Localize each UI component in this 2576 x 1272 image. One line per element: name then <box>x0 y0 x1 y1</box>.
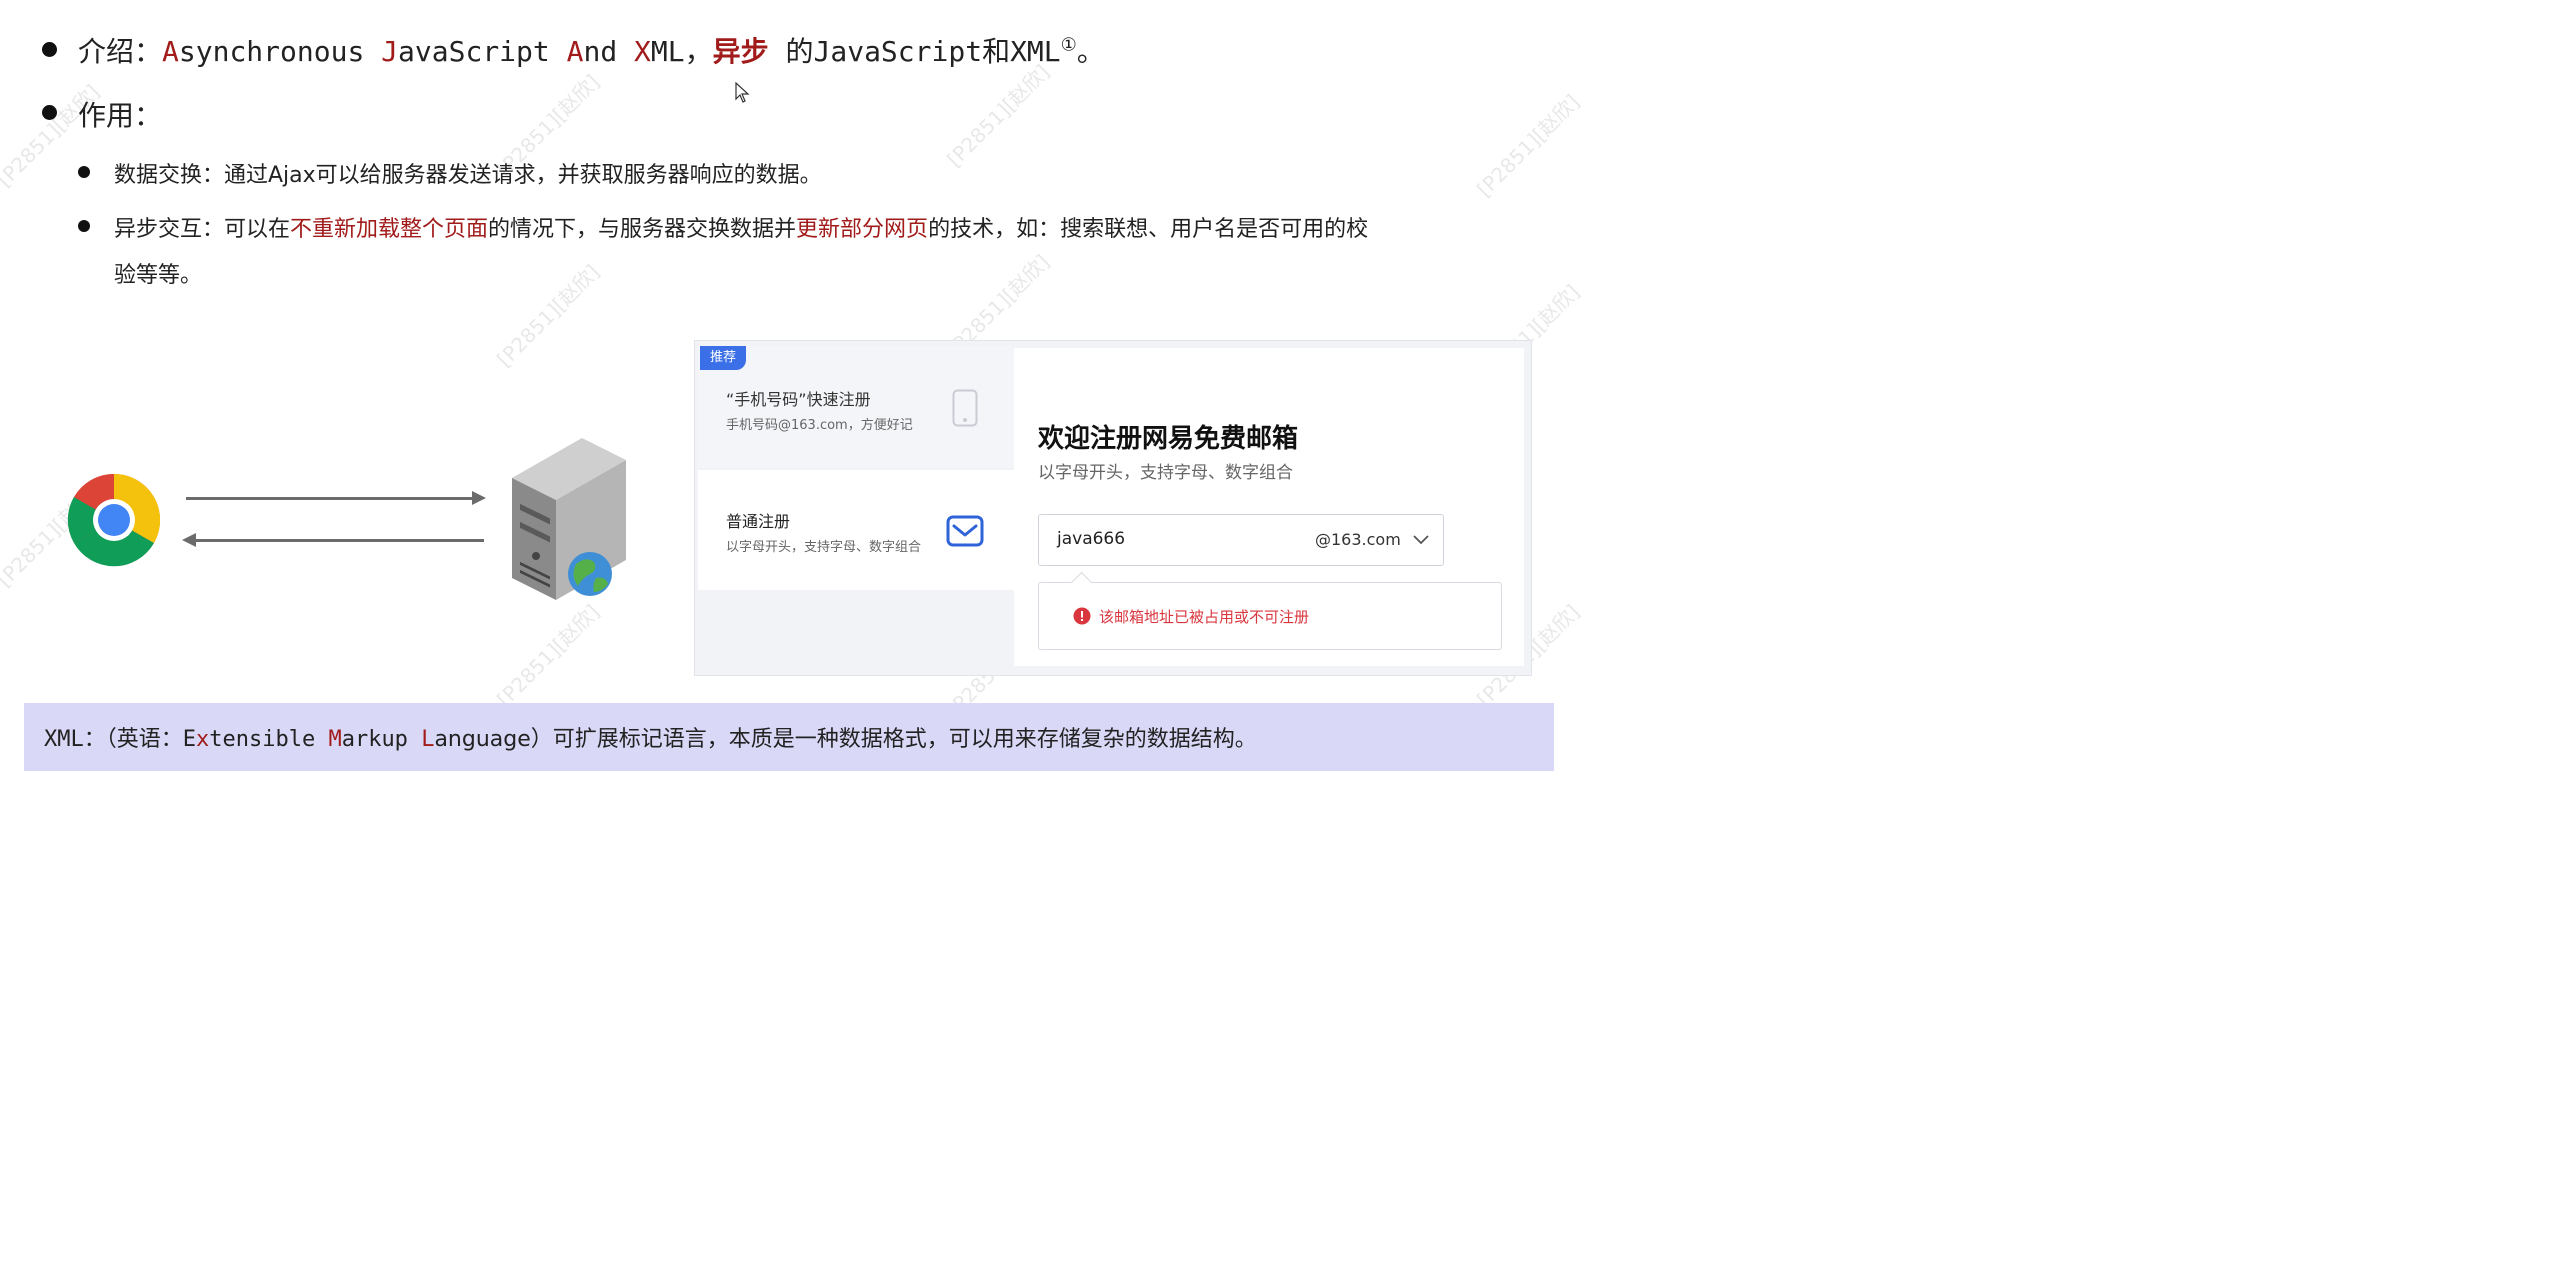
intro-word: nd <box>583 35 635 68</box>
intro-line: 介绍：Asynchronous JavaScript And XML，异步 的J… <box>78 30 1105 70</box>
text-span: 的技术，如：搜索联想、用户名是否可用的校 <box>928 217 1369 242</box>
intro-tail: 的JavaScript和XML <box>768 35 1061 68</box>
bullet-dot <box>78 166 90 178</box>
watermark-text: [P2851][赵欣] <box>1472 89 1585 202</box>
async-highlight: 异步 <box>712 35 769 68</box>
email-input-value[interactable]: java666 <box>1057 529 1125 549</box>
request-arrow <box>186 497 472 500</box>
phone-icon <box>952 389 978 427</box>
mouse-cursor-icon <box>735 82 750 103</box>
intro-word: synchronous <box>178 35 382 68</box>
usage-label: 作用： <box>78 99 163 132</box>
xml-note: XML：（英语：Extensible Markup Language）可扩展标记… <box>24 703 1554 771</box>
text-span: 异步交互：可以在 <box>114 217 291 242</box>
server-icon <box>512 438 626 600</box>
option-phone-subtitle: 手机号码@163.com，方便好记 <box>726 418 913 433</box>
option-normal-title: 普通注册 <box>726 512 791 531</box>
text-span: anguage）可扩展标记语言，本质是一种数据格式，可以用来存储复杂的数据结构。 <box>434 727 1257 752</box>
bullet-dot <box>42 42 57 57</box>
response-arrow <box>196 539 484 542</box>
watermark-text: [P2851][赵欣] <box>492 259 605 372</box>
acronym-letter: A <box>162 35 179 68</box>
highlight-text: 更新部分网页 <box>796 217 929 242</box>
watermark-text: [P2851][赵欣] <box>492 599 605 712</box>
xml-note-text: XML：（英语：Extensible Markup Language）可扩展标记… <box>44 721 1257 753</box>
acronym-letter: L <box>421 727 435 752</box>
error-icon <box>1073 607 1091 625</box>
footnote-marker: ① <box>1060 34 1077 56</box>
text-span: XML：（英语：E <box>44 727 196 752</box>
acronym-letter: A <box>566 35 584 68</box>
intro-word: avaScript <box>398 35 567 68</box>
bullet-dot <box>78 220 90 232</box>
domain-select[interactable]: @163.com <box>1315 530 1401 549</box>
text-span: 的情况下，与服务器交换数据并 <box>488 217 797 242</box>
option-phone-title: “手机号码”快速注册 <box>726 390 871 409</box>
recommend-badge: 推荐 <box>700 346 746 370</box>
bullet-dot <box>42 105 57 120</box>
acronym-letter: M <box>328 727 342 752</box>
acronym-letter: X <box>634 35 651 68</box>
option-normal-subtitle: 以字母开头，支持字母、数字组合 <box>726 540 922 555</box>
email-field[interactable]: java666 @163.com <box>1038 514 1444 566</box>
usage-item-async-cont: 验等等。 <box>114 263 203 288</box>
usage-item-data-exchange: 数据交换：通过Ajax可以给服务器发送请求，并获取服务器响应的数据。 <box>114 163 822 188</box>
text-span: tensible <box>209 727 329 752</box>
error-message: 该邮箱地址已被占用或不可注册 <box>1099 608 1310 626</box>
acronym-letter: J <box>381 35 399 68</box>
intro-word: ML， <box>650 35 713 68</box>
error-tooltip: 该邮箱地址已被占用或不可注册 <box>1038 582 1502 650</box>
arrow-head-left <box>182 533 196 547</box>
intro-label: 介绍： <box>78 35 163 68</box>
arrow-head-right <box>472 491 486 505</box>
text-span: arkup <box>341 727 422 752</box>
register-heading: 欢迎注册网易免费邮箱 <box>1038 424 1299 454</box>
watermark-text: [P2851][赵欣] <box>942 59 1055 172</box>
chevron-down-icon[interactable] <box>1413 535 1429 545</box>
register-subheading: 以字母开头，支持字母、数字组合 <box>1038 463 1293 483</box>
intro-end: 。 <box>1076 35 1105 68</box>
chrome-icon <box>67 473 161 567</box>
acronym-letter: x <box>195 727 210 752</box>
highlight-text: 不重新加载整个页面 <box>290 217 489 242</box>
mail-icon <box>946 515 984 547</box>
usage-item-async: 异步交互：可以在不重新加载整个页面的情况下，与服务器交换数据并更新部分网页的技术… <box>114 211 1368 243</box>
